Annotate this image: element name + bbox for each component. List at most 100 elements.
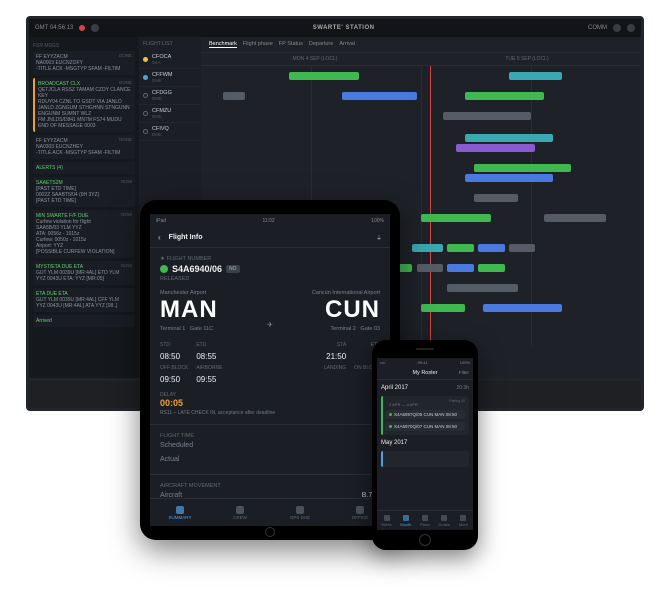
flight-list-item[interactable]: CFOCAS4A — [139, 51, 201, 69]
flight-list-item[interactable]: CFMZUDMK — [139, 105, 201, 123]
message-item[interactable]: SAAETS2MNOW[PAST ETD TIME] 0002Z SAABT5/… — [33, 177, 135, 207]
gantt-bar[interactable] — [456, 144, 535, 152]
tab-icon — [422, 515, 428, 521]
pairing-card[interactable] — [381, 451, 469, 467]
gantt-bar[interactable] — [509, 72, 562, 80]
statusbar-battery: 100% — [371, 218, 384, 224]
tab-icon — [460, 515, 466, 521]
tab-item[interactable]: Duties — [435, 511, 454, 530]
account-label[interactable]: COMM — [588, 25, 607, 31]
gantt-filter-tab[interactable]: Arrival — [339, 41, 355, 48]
message-item[interactable]: DONEFF EYYZACM NA0303 EUCNZHEY -TITLE AC… — [33, 135, 135, 159]
flight-list-item[interactable]: CFIVQDMK — [139, 123, 201, 141]
gantt-bar[interactable] — [447, 244, 473, 252]
aircraft-row[interactable]: AircraftB.767 — [160, 489, 380, 498]
gantt-filter-tab[interactable]: FP Status — [279, 41, 303, 48]
gantt-bar[interactable] — [478, 244, 504, 252]
tab-item[interactable]: SUMMARY — [150, 499, 210, 526]
status-dot-icon — [160, 265, 168, 273]
flight-number: S4A6940/06 — [172, 264, 222, 274]
gantt-bar[interactable] — [465, 174, 553, 182]
flight-line[interactable]: S4A6897Q/05 CUN MAN 08:50 — [385, 410, 465, 419]
gantt-filter-tab[interactable]: Flight phase — [243, 41, 273, 48]
gantt-filter-tab[interactable]: Benchmark — [209, 41, 237, 48]
statusbar-time: 11:02 — [263, 218, 275, 224]
status-dot-icon — [389, 425, 392, 428]
tablet-tabbar: SUMMARYCREWOPS DUEOFFICE — [150, 498, 390, 526]
gantt-bar[interactable] — [509, 244, 535, 252]
time-value: 21:50 — [324, 352, 346, 361]
pairing-id: Pairing 40 — [449, 399, 465, 403]
home-button[interactable] — [419, 534, 431, 546]
date-left: MON 4 SEP (LOCL) — [209, 56, 421, 62]
message-item[interactable]: MIN SWARTE F/F DUENOWCurfew violation fo… — [33, 210, 135, 258]
time-value — [324, 375, 346, 384]
tab-item[interactable]: Plans — [415, 511, 434, 530]
plane-icon: ✈ — [263, 318, 277, 332]
gantt-bar[interactable] — [443, 112, 531, 120]
message-item[interactable]: ALERTS (4) — [33, 162, 135, 174]
gantt-bar[interactable] — [483, 304, 562, 312]
pairing-card[interactable]: 2 APR — 4 APR Pairing 40 S4A6897Q/05 CUN… — [381, 396, 469, 435]
gantt-bar[interactable] — [465, 92, 544, 100]
message-item[interactable]: ETA DUE ETAGUT YLM 0039U [MR:4AL] CFF YL… — [33, 288, 135, 312]
back-button[interactable]: ‹ — [158, 233, 161, 242]
time-value: 08:55 — [196, 352, 222, 361]
message-item[interactable]: Arrived — [33, 315, 135, 327]
tab-icon — [296, 506, 304, 514]
delay-value: 00:05 — [160, 398, 380, 408]
tab-item[interactable]: CREW — [210, 499, 270, 526]
time-header: STA — [324, 342, 346, 348]
gantt-bar[interactable] — [289, 72, 359, 80]
tab-item[interactable]: OPS DUE — [270, 499, 330, 526]
status-dot-icon — [143, 93, 148, 98]
gantt-bar[interactable] — [421, 304, 465, 312]
statusbar-carrier: iPad — [156, 218, 166, 224]
arr-code: CUN — [287, 296, 380, 324]
tab-item[interactable]: Week — [377, 511, 396, 530]
dep-terminal: Terminal 1 Gate 11C — [160, 326, 253, 332]
gantt-bar[interactable] — [474, 194, 518, 202]
status-dot-icon — [389, 413, 392, 416]
gantt-bar[interactable] — [417, 264, 443, 272]
gantt-bar[interactable] — [465, 134, 553, 142]
message-item[interactable]: MYST/ETA DUE ETANOWGUT YLM 0039U [MR:4AL… — [33, 261, 135, 285]
statusbar-time: 09:41 — [418, 360, 428, 365]
alert-badge-icon[interactable] — [79, 25, 85, 31]
gantt-filter-tab[interactable]: Departure — [309, 41, 333, 48]
gear-icon[interactable] — [613, 24, 621, 32]
month-label: April 2017 — [381, 385, 408, 391]
home-button[interactable] — [265, 527, 275, 537]
flight-list-item[interactable]: CFDGGDMK — [139, 87, 201, 105]
gantt-bar[interactable] — [474, 164, 571, 172]
time-header: AIRBORNE — [196, 365, 222, 371]
gantt-bar[interactable] — [544, 214, 606, 222]
tab-icon — [176, 506, 184, 514]
gantt-bar[interactable] — [447, 264, 473, 272]
gantt-bar[interactable] — [478, 264, 504, 272]
flight-line[interactable]: S4A6970Q/07 CUN MAN 08:50 — [385, 422, 465, 431]
avatar-icon[interactable] — [627, 24, 635, 32]
filter-button[interactable]: Filter — [459, 370, 469, 375]
dep-code: MAN — [160, 296, 253, 324]
wifi-icon: ⏚ — [376, 233, 382, 242]
gantt-bar[interactable] — [412, 244, 443, 252]
gantt-bar[interactable] — [223, 92, 245, 100]
flight-list-item[interactable]: CFFWMDMK — [139, 69, 201, 87]
tab-item[interactable]: More — [454, 511, 473, 530]
tab-icon — [236, 506, 244, 514]
msg-header: FSR MSGS — [33, 43, 135, 49]
month-header: May 2017 — [381, 438, 469, 448]
message-item[interactable]: DONEFF EYYZACM NA0003 EUCNZOFY -TITLE AC… — [33, 51, 135, 75]
tab-item[interactable]: Month — [396, 511, 415, 530]
bell-icon[interactable] — [91, 24, 99, 32]
gantt-bar[interactable] — [342, 92, 417, 100]
nav-title: My Roster — [412, 370, 437, 376]
status-dot-icon — [143, 75, 148, 80]
phone-tabbar: WeekMonthPlansDutiesMore — [377, 510, 473, 530]
time-header: ETD — [196, 342, 222, 348]
message-item[interactable]: BROADCAST CLXDONEQETJCLA RSSZ TAMAM CZDY… — [33, 78, 135, 132]
gantt-bar[interactable] — [421, 214, 491, 222]
gantt-bar[interactable] — [447, 284, 517, 292]
message-panel: FSR MSGS DONEFF EYYZACM NA0003 EUCNZOFY … — [29, 37, 139, 378]
